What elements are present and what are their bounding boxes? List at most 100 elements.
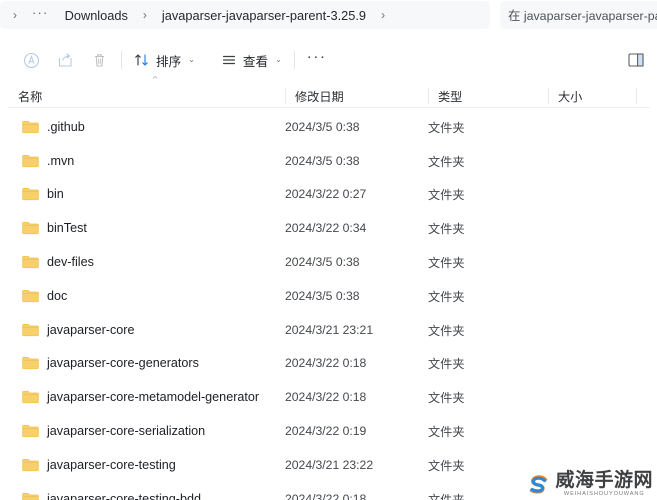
breadcrumb-item-current-folder[interactable]: javaparser-javaparser-parent-3.25.9 — [156, 4, 372, 27]
file-name-label: binTest — [47, 221, 87, 236]
column-header-type[interactable]: 类型 — [428, 84, 548, 108]
file-type-cell: 文件夹 — [428, 188, 465, 203]
file-date-cell: 2024/3/5 0:38 — [285, 288, 360, 303]
command-toolbar: 排序 ⌄ 查看 ⌄ ··· — [0, 41, 657, 79]
toolbar-divider-1 — [121, 51, 122, 69]
folder-icon — [22, 323, 39, 336]
chevron-down-icon: ⌄ — [188, 55, 195, 64]
file-type-cell: 文件夹 — [428, 458, 465, 473]
file-date-cell: 2024/3/21 23:21 — [285, 322, 374, 337]
more-options-button[interactable]: ··· — [300, 45, 334, 75]
file-name-cell[interactable]: javaparser-core-testing — [22, 458, 176, 472]
file-name-cell[interactable]: javaparser-core-metamodel-generator — [22, 390, 259, 404]
file-name-cell[interactable]: .github — [22, 120, 85, 134]
file-type-cell: 文件夹 — [428, 323, 465, 338]
file-name-cell[interactable]: dev-files — [22, 255, 94, 269]
table-row[interactable]: javaparser-core-metamodel-generator 2024… — [0, 380, 657, 414]
sort-button[interactable]: 排序 ⌄ — [127, 45, 202, 75]
details-pane-button[interactable] — [619, 45, 653, 75]
search-box[interactable]: 在 javaparser-javaparser-pa — [500, 1, 657, 29]
table-row[interactable]: doc 2024/3/5 0:38 文件夹 — [0, 279, 657, 313]
breadcrumb-trailing-chevron-icon[interactable]: › — [374, 6, 392, 24]
breadcrumb-separator-chevron-icon: › — [142, 8, 147, 22]
file-name-label: .mvn — [47, 153, 75, 168]
column-header-type-label: 类型 — [438, 90, 463, 104]
panel-divider — [491, 0, 499, 30]
delete-icon — [94, 53, 104, 67]
view-button[interactable]: 查看 ⌄ — [214, 45, 289, 75]
file-name-cell[interactable]: bin — [22, 187, 64, 201]
cut-icon — [23, 52, 39, 68]
table-row[interactable]: bin 2024/3/22 0:27 文件夹 — [0, 178, 657, 212]
address-breadcrumb-bar[interactable]: › ··· Downloads › javaparser-javaparser-… — [0, 1, 490, 29]
file-type-cell: 文件夹 — [428, 256, 465, 271]
breadcrumb-overflow-button[interactable]: ··· — [26, 6, 57, 25]
ellipsis-icon: ··· — [306, 47, 327, 65]
column-header-name[interactable]: 名称 — [8, 84, 285, 108]
file-type-cell: 文件夹 — [428, 357, 465, 372]
file-name-label: bin — [47, 187, 64, 202]
table-row[interactable]: binTest 2024/3/22 0:34 文件夹 — [0, 211, 657, 245]
chevron-down-icon-view: ⌄ — [275, 55, 282, 64]
table-row[interactable]: javaparser-core-serialization 2024/3/22 … — [0, 414, 657, 448]
file-name-cell[interactable]: javaparser-core-serialization — [22, 424, 205, 438]
file-name-cell[interactable]: javaparser-core — [22, 323, 135, 337]
file-date-cell: 2024/3/22 0:18 — [285, 390, 367, 405]
view-button-label: 查看 — [242, 54, 269, 69]
file-type-cell: 文件夹 — [428, 289, 465, 304]
file-type-cell: 文件夹 — [428, 120, 465, 135]
breadcrumb-item-downloads[interactable]: Downloads — [59, 4, 134, 27]
column-header-size-label: 大小 — [558, 90, 583, 104]
folder-icon — [22, 357, 39, 370]
file-name-cell[interactable]: javaparser-core-generators — [22, 356, 199, 370]
share-button[interactable] — [48, 45, 82, 75]
file-name-label: javaparser-core — [47, 322, 135, 337]
table-row[interactable]: javaparser-core 2024/3/21 23:21 文件夹 — [0, 313, 657, 347]
folder-icon — [22, 222, 39, 235]
file-name-cell[interactable]: .mvn — [22, 154, 74, 168]
table-row[interactable]: .github 2024/3/5 0:38 文件夹 — [0, 110, 657, 144]
view-icon — [222, 55, 235, 65]
delete-button[interactable] — [82, 45, 116, 75]
toolbar-divider-2 — [293, 51, 295, 69]
file-name-cell[interactable]: binTest — [22, 221, 87, 235]
folder-icon — [22, 120, 39, 134]
file-date-cell: 2024/3/22 0:18 — [285, 356, 367, 371]
column-header-size[interactable]: 大小 — [548, 84, 636, 108]
details-pane-icon — [628, 53, 644, 67]
column-header-date[interactable]: 修改日期 — [285, 84, 428, 108]
file-name-cell[interactable]: doc — [22, 289, 67, 303]
file-name-label: dev-files — [47, 255, 94, 270]
table-row[interactable]: javaparser-core-generators 2024/3/22 0:1… — [0, 347, 657, 381]
file-type-cell: 文件夹 — [428, 492, 465, 500]
file-date-cell: 2024/3/5 0:38 — [285, 255, 360, 270]
watermark-title: 威海手游网 — [555, 470, 653, 492]
table-row[interactable]: .mvn 2024/3/5 0:38 文件夹 — [0, 144, 657, 178]
file-name-cell[interactable]: javaparser-core-testing-bdd — [22, 492, 201, 500]
cut-button[interactable] — [14, 45, 48, 75]
folder-icon — [22, 188, 39, 201]
watermark: 威海手游网 WEIHAISHOUYOUWANG — [525, 471, 653, 498]
search-input[interactable]: 在 javaparser-javaparser-pa — [508, 6, 657, 24]
file-type-cell: 文件夹 — [428, 154, 465, 169]
column-divider-4[interactable] — [636, 88, 637, 104]
file-date-cell: 2024/3/22 0:18 — [285, 491, 367, 500]
file-type-cell: 文件夹 — [428, 425, 465, 440]
table-row[interactable]: dev-files 2024/3/5 0:38 文件夹 — [0, 245, 657, 279]
file-date-cell: 2024/3/21 23:22 — [285, 457, 374, 472]
watermark-subtitle: WEIHAISHOUYOUWANG — [563, 491, 645, 498]
sort-button-label: 排序 — [156, 54, 182, 69]
file-name-label: javaparser-core-testing — [47, 457, 176, 472]
file-type-cell: 文件夹 — [428, 391, 465, 406]
top-bar: › ··· Downloads › javaparser-javaparser-… — [0, 0, 657, 30]
file-date-cell: 2024/3/22 0:27 — [285, 187, 367, 202]
file-list[interactable]: .github 2024/3/5 0:38 文件夹 .mvn 2024/3/5 … — [0, 110, 657, 500]
file-date-cell: 2024/3/5 0:38 — [285, 119, 360, 134]
breadcrumb-leading-chevron-icon[interactable]: › — [6, 6, 24, 24]
file-name-label: javaparser-core-serialization — [47, 424, 206, 439]
file-date-cell: 2024/3/22 0:19 — [285, 424, 367, 439]
file-explorer-window: › ··· Downloads › javaparser-javaparser-… — [0, 0, 657, 500]
file-date-cell: 2024/3/22 0:34 — [285, 221, 367, 236]
folder-icon — [22, 425, 39, 438]
file-name-label: doc — [47, 288, 68, 303]
